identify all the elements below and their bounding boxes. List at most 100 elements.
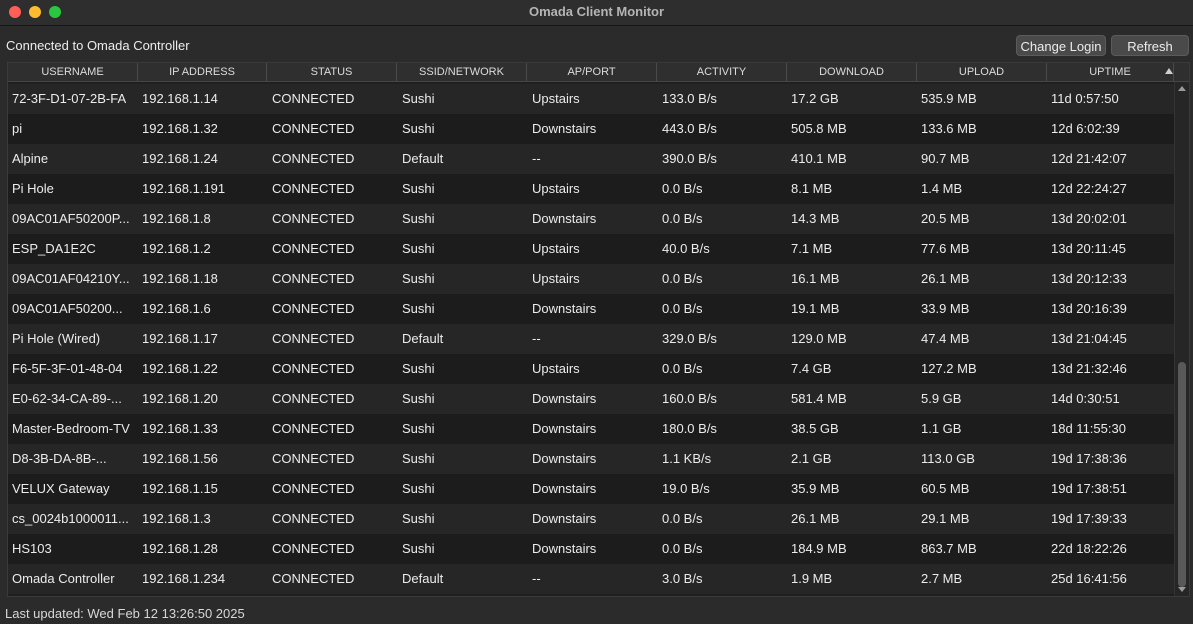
- cell-ap-port: Downstairs: [532, 421, 597, 436]
- table-row[interactable]: D8-3B-DA-8B-... 192.168.1.56 CONNECTED Sush…: [8, 444, 1174, 474]
- column-header-ap-port[interactable]: AP/PORT: [527, 63, 657, 81]
- change-login-button[interactable]: Change Login: [1016, 35, 1106, 56]
- cell-ip-address: 192.168.1.33: [142, 421, 218, 436]
- cell-ip-address: 192.168.1.3: [142, 511, 211, 526]
- cell-upload: 5.9 GB: [921, 391, 962, 406]
- cell-ssid-network: Default: [402, 331, 444, 346]
- cell-ssid-network: Sushi: [402, 181, 435, 196]
- cell-ap-port: Downstairs: [532, 391, 597, 406]
- cell-upload: 1.1 GB: [921, 421, 962, 436]
- table-row[interactable]: VELUX Gateway 192.168.1.15 CONNECTED Sushi D…: [8, 474, 1174, 504]
- cell-status: CONNECTED: [272, 241, 355, 256]
- table-row[interactable]: Pi Hole (Wired) 192.168.1.17 CONNECTED Defa…: [8, 324, 1174, 354]
- table-row[interactable]: HS103 192.168.1.28 CONNECTED Sushi Downstair…: [8, 534, 1174, 564]
- cell-ip-address: 192.168.1.32: [142, 121, 218, 136]
- cell-download: 14.3 MB: [791, 211, 840, 226]
- cell-download: 410.1 MB: [791, 151, 847, 166]
- scroll-down-arrow-icon[interactable]: [1178, 587, 1186, 592]
- vertical-scrollbar[interactable]: [1174, 82, 1189, 596]
- cell-ssid-network: Default: [402, 571, 444, 586]
- table-row[interactable]: pi 192.168.1.32 CONNECTED Sushi Downstairs 44…: [8, 114, 1174, 144]
- column-header-status[interactable]: STATUS: [267, 63, 397, 81]
- cell-username: pi: [12, 121, 23, 136]
- scroll-up-arrow-icon[interactable]: [1178, 86, 1186, 91]
- cell-status: CONNECTED: [272, 151, 355, 166]
- cell-activity: 19.0 B/s: [662, 481, 710, 496]
- column-header-activity[interactable]: ACTIVITY: [657, 63, 787, 81]
- cell-download: 8.1 MB: [791, 181, 833, 196]
- title-bar: Omada Client Monitor: [0, 0, 1193, 26]
- cell-ap-port: Downstairs: [532, 121, 597, 136]
- chevron-up-icon[interactable]: [1165, 68, 1173, 74]
- cell-status: CONNECTED: [272, 361, 355, 376]
- table-body: 72-3F-D1-07-2B-FA 192.168.1.14 CONNECTED Su…: [8, 84, 1174, 594]
- cell-username: E0-62-34-CA-89-...: [12, 391, 122, 406]
- clients-table[interactable]: USERNAME IP ADDRESS STATUS SSID/NETWORK …: [7, 62, 1190, 597]
- table-row[interactable]: Alpine 192.168.1.24 CONNECTED Default -- 390.…: [8, 144, 1174, 174]
- column-header-ssid-network[interactable]: SSID/NETWORK: [397, 63, 527, 81]
- cell-status: CONNECTED: [272, 331, 355, 346]
- table-row[interactable]: 72-3F-D1-07-2B-FA 192.168.1.14 CONNECTED Su…: [8, 84, 1174, 114]
- cell-ip-address: 192.168.1.2: [142, 241, 211, 256]
- table-row[interactable]: 09AC01AF04210Y... 192.168.1.18 CONNECTED Su…: [8, 264, 1174, 294]
- cell-activity: 160.0 B/s: [662, 391, 717, 406]
- scrollbar-thumb[interactable]: [1178, 362, 1186, 587]
- cell-uptime: 13d 20:11:45: [1051, 241, 1126, 256]
- table-row[interactable]: E0-62-34-CA-89-... 192.168.1.20 CONNECTED S…: [8, 384, 1174, 414]
- cell-username: Pi Hole (Wired): [12, 331, 101, 346]
- cell-ip-address: 192.168.1.234: [142, 571, 226, 586]
- cell-ssid-network: Sushi: [402, 241, 435, 256]
- cell-activity: 3.0 B/s: [662, 571, 703, 586]
- cell-uptime: 13d 21:04:45: [1051, 331, 1127, 346]
- column-header-ip-address[interactable]: IP ADDRESS: [138, 63, 267, 81]
- cell-activity: 443.0 B/s: [662, 121, 717, 136]
- cell-ap-port: --: [532, 151, 541, 166]
- table-row[interactable]: 09AC01AF50200... 192.168.1.6 CONNECTED Sush…: [8, 294, 1174, 324]
- cell-activity: 0.0 B/s: [662, 301, 703, 316]
- cell-ssid-network: Sushi: [402, 451, 435, 466]
- table-row[interactable]: Master-Bedroom-TV 192.168.1.33 CONNECTED Su…: [8, 414, 1174, 444]
- column-header-uptime[interactable]: UPTIME: [1047, 63, 1174, 81]
- cell-ap-port: Upstairs: [532, 91, 580, 106]
- connection-status: Connected to Omada Controller: [6, 38, 190, 53]
- cell-uptime: 12d 21:42:07: [1051, 151, 1127, 166]
- cell-status: CONNECTED: [272, 391, 355, 406]
- cell-ap-port: Downstairs: [532, 541, 597, 556]
- cell-status: CONNECTED: [272, 541, 355, 556]
- cell-username: 72-3F-D1-07-2B-FA: [12, 91, 127, 106]
- table-row[interactable]: ESP_DA1E2C 192.168.1.2 CONNECTED Sushi Upsta…: [8, 234, 1174, 264]
- table-row[interactable]: F6-5F-3F-01-48-04 192.168.1.22 CONNECTED Su…: [8, 354, 1174, 384]
- column-header-username[interactable]: USERNAME: [8, 63, 138, 81]
- cell-activity: 0.0 B/s: [662, 211, 703, 226]
- refresh-button[interactable]: Refresh: [1111, 35, 1189, 56]
- table-row[interactable]: Omada Controller 192.168.1.234 CONNECTED De…: [8, 564, 1174, 594]
- cell-activity: 329.0 B/s: [662, 331, 717, 346]
- cell-upload: 20.5 MB: [921, 211, 970, 226]
- cell-ip-address: 192.168.1.15: [142, 481, 218, 496]
- cell-username: 09AC01AF50200...: [12, 301, 123, 316]
- table-row[interactable]: 09AC01AF50200P... 192.168.1.8 CONNECTED Sus…: [8, 204, 1174, 234]
- table-row[interactable]: Pi Hole 192.168.1.191 CONNECTED Sushi Upstai…: [8, 174, 1174, 204]
- cell-ap-port: Upstairs: [532, 361, 580, 376]
- column-header-download[interactable]: DOWNLOAD: [787, 63, 917, 81]
- column-header-upload[interactable]: UPLOAD: [917, 63, 1047, 81]
- cell-status: CONNECTED: [272, 271, 355, 286]
- cell-upload: 1.4 MB: [921, 181, 963, 196]
- cell-ip-address: 192.168.1.24: [142, 151, 218, 166]
- table-row[interactable]: cs_0024b1000011... 192.168.1.3 CONNECTED Su…: [8, 504, 1174, 534]
- cell-ssid-network: Sushi: [402, 271, 435, 286]
- cell-uptime: 25d 16:41:56: [1051, 571, 1127, 586]
- cell-download: 16.1 MB: [791, 271, 840, 286]
- cell-activity: 390.0 B/s: [662, 151, 717, 166]
- cell-upload: 77.6 MB: [921, 241, 970, 256]
- cell-status: CONNECTED: [272, 511, 355, 526]
- cell-ap-port: Downstairs: [532, 211, 597, 226]
- cell-activity: 0.0 B/s: [662, 181, 703, 196]
- cell-download: 35.9 MB: [791, 481, 840, 496]
- cell-uptime: 13d 20:16:39: [1051, 301, 1127, 316]
- cell-username: 09AC01AF04210Y...: [12, 271, 130, 286]
- cell-uptime: 19d 17:38:36: [1051, 451, 1127, 466]
- cell-ap-port: --: [532, 331, 541, 346]
- cell-upload: 29.1 MB: [921, 511, 970, 526]
- cell-download: 26.1 MB: [791, 511, 840, 526]
